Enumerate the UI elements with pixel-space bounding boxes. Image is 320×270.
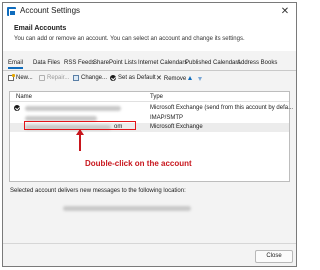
- tab-email[interactable]: Email: [8, 60, 24, 69]
- repair-icon: [39, 75, 45, 81]
- remove-label: Remove: [163, 75, 187, 82]
- account-settings-dialog: Account Settings ✕ Email Accounts You ca…: [2, 2, 297, 267]
- new-account-button[interactable]: New...: [8, 74, 33, 81]
- tab-address-books[interactable]: Address Books: [237, 60, 277, 66]
- redacted-account-name: [25, 106, 121, 111]
- window-title: Account Settings: [20, 6, 81, 15]
- account-toolbar: New... Repair... Change... Set as Defaul…: [3, 74, 296, 87]
- account-type: Microsoft Exchange (send from this accou…: [150, 105, 294, 111]
- tab-strip: Email Data Files RSS Feeds SharePoint Li…: [3, 58, 296, 71]
- change-icon: [73, 75, 79, 81]
- checkmark-icon: [110, 75, 116, 81]
- repair-label: Repair...: [47, 75, 70, 81]
- tab-data-files[interactable]: Data Files: [33, 60, 60, 66]
- tab-published-calendars[interactable]: Published Calendars: [185, 60, 240, 66]
- account-type: IMAP/SMTP: [150, 115, 184, 121]
- outlook-app-icon: [7, 7, 16, 16]
- new-label: New...: [16, 75, 33, 81]
- set-as-default-label: Set as Default: [118, 75, 156, 81]
- column-header-type[interactable]: Type: [150, 94, 163, 100]
- double-click-instruction: Double-click on the account: [85, 159, 192, 168]
- change-label: Change...: [81, 75, 108, 81]
- dialog-header: Email Accounts You can add or remove an …: [3, 21, 296, 51]
- repair-button[interactable]: Repair...: [39, 75, 69, 81]
- set-as-default-button[interactable]: Set as Default: [110, 75, 156, 81]
- move-up-arrow-icon[interactable]: [188, 76, 193, 82]
- screenshot: Account Settings ✕ Email Accounts You ca…: [0, 0, 300, 270]
- delivery-location-label: Selected account delivers new messages t…: [10, 188, 186, 194]
- list-header: Name Type: [10, 92, 289, 102]
- callout-arrow-line: [79, 130, 81, 151]
- change-button[interactable]: Change...: [73, 75, 107, 81]
- move-down-arrow-icon[interactable]: [198, 76, 203, 82]
- remove-x-icon: ✕: [156, 75, 162, 82]
- account-row-default[interactable]: Microsoft Exchange (send from this accou…: [10, 104, 293, 113]
- redacted-delivery-location: [63, 206, 191, 212]
- remove-button[interactable]: ✕ Remove: [156, 75, 186, 82]
- accounts-list: Name Type Microsoft Exchange (send from …: [9, 91, 293, 182]
- tab-rss-feeds[interactable]: RSS Feeds: [64, 60, 95, 66]
- close-window-icon[interactable]: ✕: [278, 5, 292, 18]
- title-bar: Account Settings ✕: [3, 3, 296, 21]
- new-icon: [8, 74, 15, 81]
- header-description: You can add or remove an account. You ca…: [14, 36, 245, 42]
- account-type: Microsoft Exchange: [150, 124, 203, 130]
- footer-divider: [3, 243, 296, 244]
- column-header-name[interactable]: Name: [16, 94, 32, 100]
- default-account-check-icon: [14, 105, 20, 111]
- close-button[interactable]: Close: [255, 250, 293, 263]
- tab-internet-calendars[interactable]: Internet Calendars: [138, 60, 187, 66]
- tab-sharepoint-lists[interactable]: SharePoint Lists: [93, 60, 137, 66]
- header-title: Email Accounts: [14, 25, 67, 32]
